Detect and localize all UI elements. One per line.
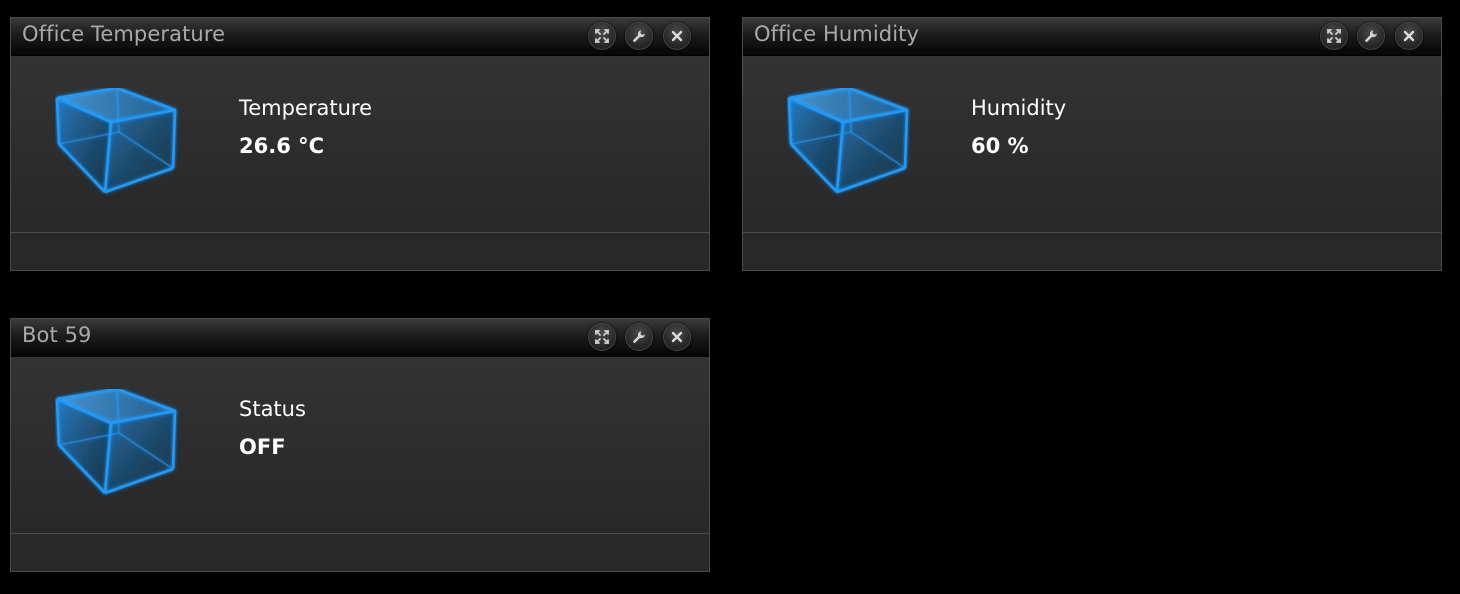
wrench-icon [1364, 29, 1378, 43]
cube-icon [787, 88, 911, 196]
close-button[interactable] [1395, 22, 1423, 50]
close-icon [670, 29, 684, 43]
widget-titlebar[interactable]: Office Humidity [743, 18, 1441, 56]
widget-office-temperature: Office Temperature Temperature 26.6 °C [10, 17, 710, 271]
expand-button[interactable] [588, 22, 616, 50]
widget-footer [743, 232, 1441, 270]
expand-button[interactable] [588, 323, 616, 351]
widget-content: Temperature 26.6 °C [11, 56, 709, 234]
widget-content: Humidity 60 % [743, 56, 1441, 234]
close-button[interactable] [663, 22, 691, 50]
cube-icon [55, 389, 179, 497]
status-value: OFF [239, 435, 286, 459]
widget-titlebar[interactable]: Bot 59 [11, 319, 709, 357]
expand-button[interactable] [1320, 22, 1348, 50]
close-icon [1402, 29, 1416, 43]
sensor-label: Humidity [971, 96, 1067, 120]
widget-footer [11, 232, 709, 270]
settings-button[interactable] [1357, 22, 1385, 50]
widget-title: Office Temperature [22, 22, 226, 46]
sensor-label: Temperature [239, 96, 373, 120]
settings-button[interactable] [625, 323, 653, 351]
cube-icon [55, 88, 179, 196]
expand-icon [595, 330, 609, 344]
close-button[interactable] [663, 323, 691, 351]
wrench-icon [632, 29, 646, 43]
widget-footer [11, 533, 709, 571]
widget-content: Status OFF [11, 357, 709, 535]
sensor-value: 60 % [971, 134, 1029, 158]
close-icon [670, 330, 684, 344]
expand-icon [595, 29, 609, 43]
sensor-value: 26.6 °C [239, 134, 325, 158]
widget-bot-59: Bot 59 Status OFF [10, 318, 710, 572]
widget-titlebar[interactable]: Office Temperature [11, 18, 709, 56]
status-label: Status [239, 397, 306, 421]
expand-icon [1327, 29, 1341, 43]
settings-button[interactable] [625, 22, 653, 50]
widget-title: Bot 59 [22, 323, 92, 347]
widget-office-humidity: Office Humidity Humidity 60 % [742, 17, 1442, 271]
widget-title: Office Humidity [754, 22, 920, 46]
wrench-icon [632, 330, 646, 344]
